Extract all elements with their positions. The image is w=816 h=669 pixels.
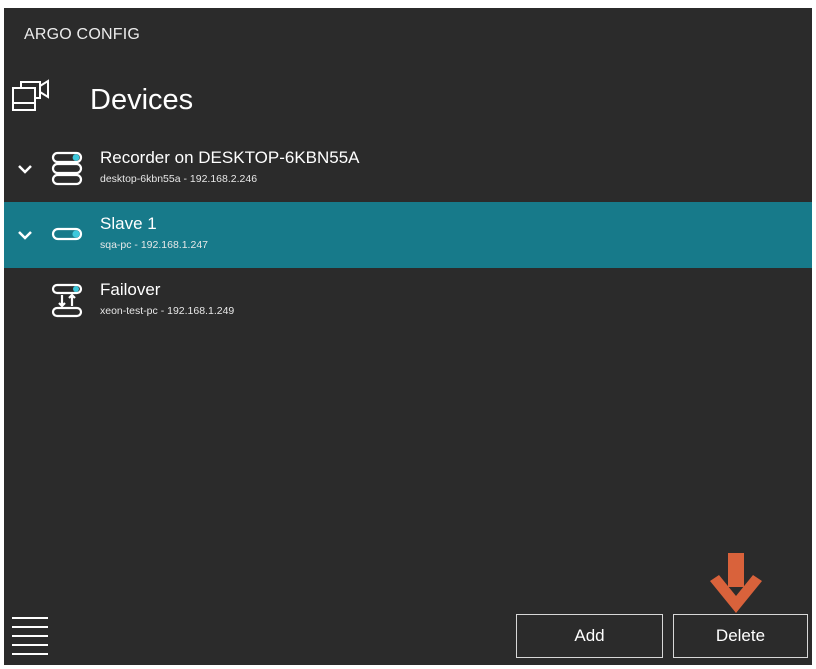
chevron-down-icon[interactable]	[14, 158, 36, 180]
device-row-slave-1[interactable]: Slave 1 sqa-pc - 192.168.1.247	[4, 202, 812, 268]
page-title: Devices	[90, 84, 194, 116]
down-arrow-icon	[710, 553, 762, 613]
argo-config-window: ARGO CONFIG Devices Recorder on DESKTOP-…	[4, 8, 812, 665]
device-address: desktop-6kbn55a - 192.168.2.246	[100, 173, 258, 185]
camera-monitor-icon	[12, 79, 49, 111]
app-title: ARGO CONFIG	[24, 26, 140, 43]
device-row-failover[interactable]: Failover xeon-test-pc - 192.168.1.249	[4, 268, 812, 334]
device-name: Failover	[100, 280, 161, 299]
add-button[interactable]: Add	[516, 614, 663, 658]
device-name: Slave 1	[100, 214, 157, 233]
device-address: xeon-test-pc - 192.168.1.249	[100, 305, 235, 317]
device-row-recorder[interactable]: Recorder on DESKTOP-6KBN55A desktop-6kbn…	[4, 136, 812, 202]
failover-server-icon	[51, 283, 83, 318]
device-list: Recorder on DESKTOP-6KBN55A desktop-6kbn…	[4, 136, 812, 334]
delete-button[interactable]: Delete	[673, 614, 808, 658]
recorder-server-icon	[51, 151, 83, 186]
slave-server-icon	[51, 227, 83, 241]
chevron-down-icon[interactable]	[14, 224, 36, 246]
page-header: Devices	[4, 70, 812, 130]
device-name: Recorder on DESKTOP-6KBN55A	[100, 148, 360, 167]
device-address: sqa-pc - 192.168.1.247	[100, 239, 208, 251]
list-menu-icon[interactable]	[10, 612, 50, 656]
